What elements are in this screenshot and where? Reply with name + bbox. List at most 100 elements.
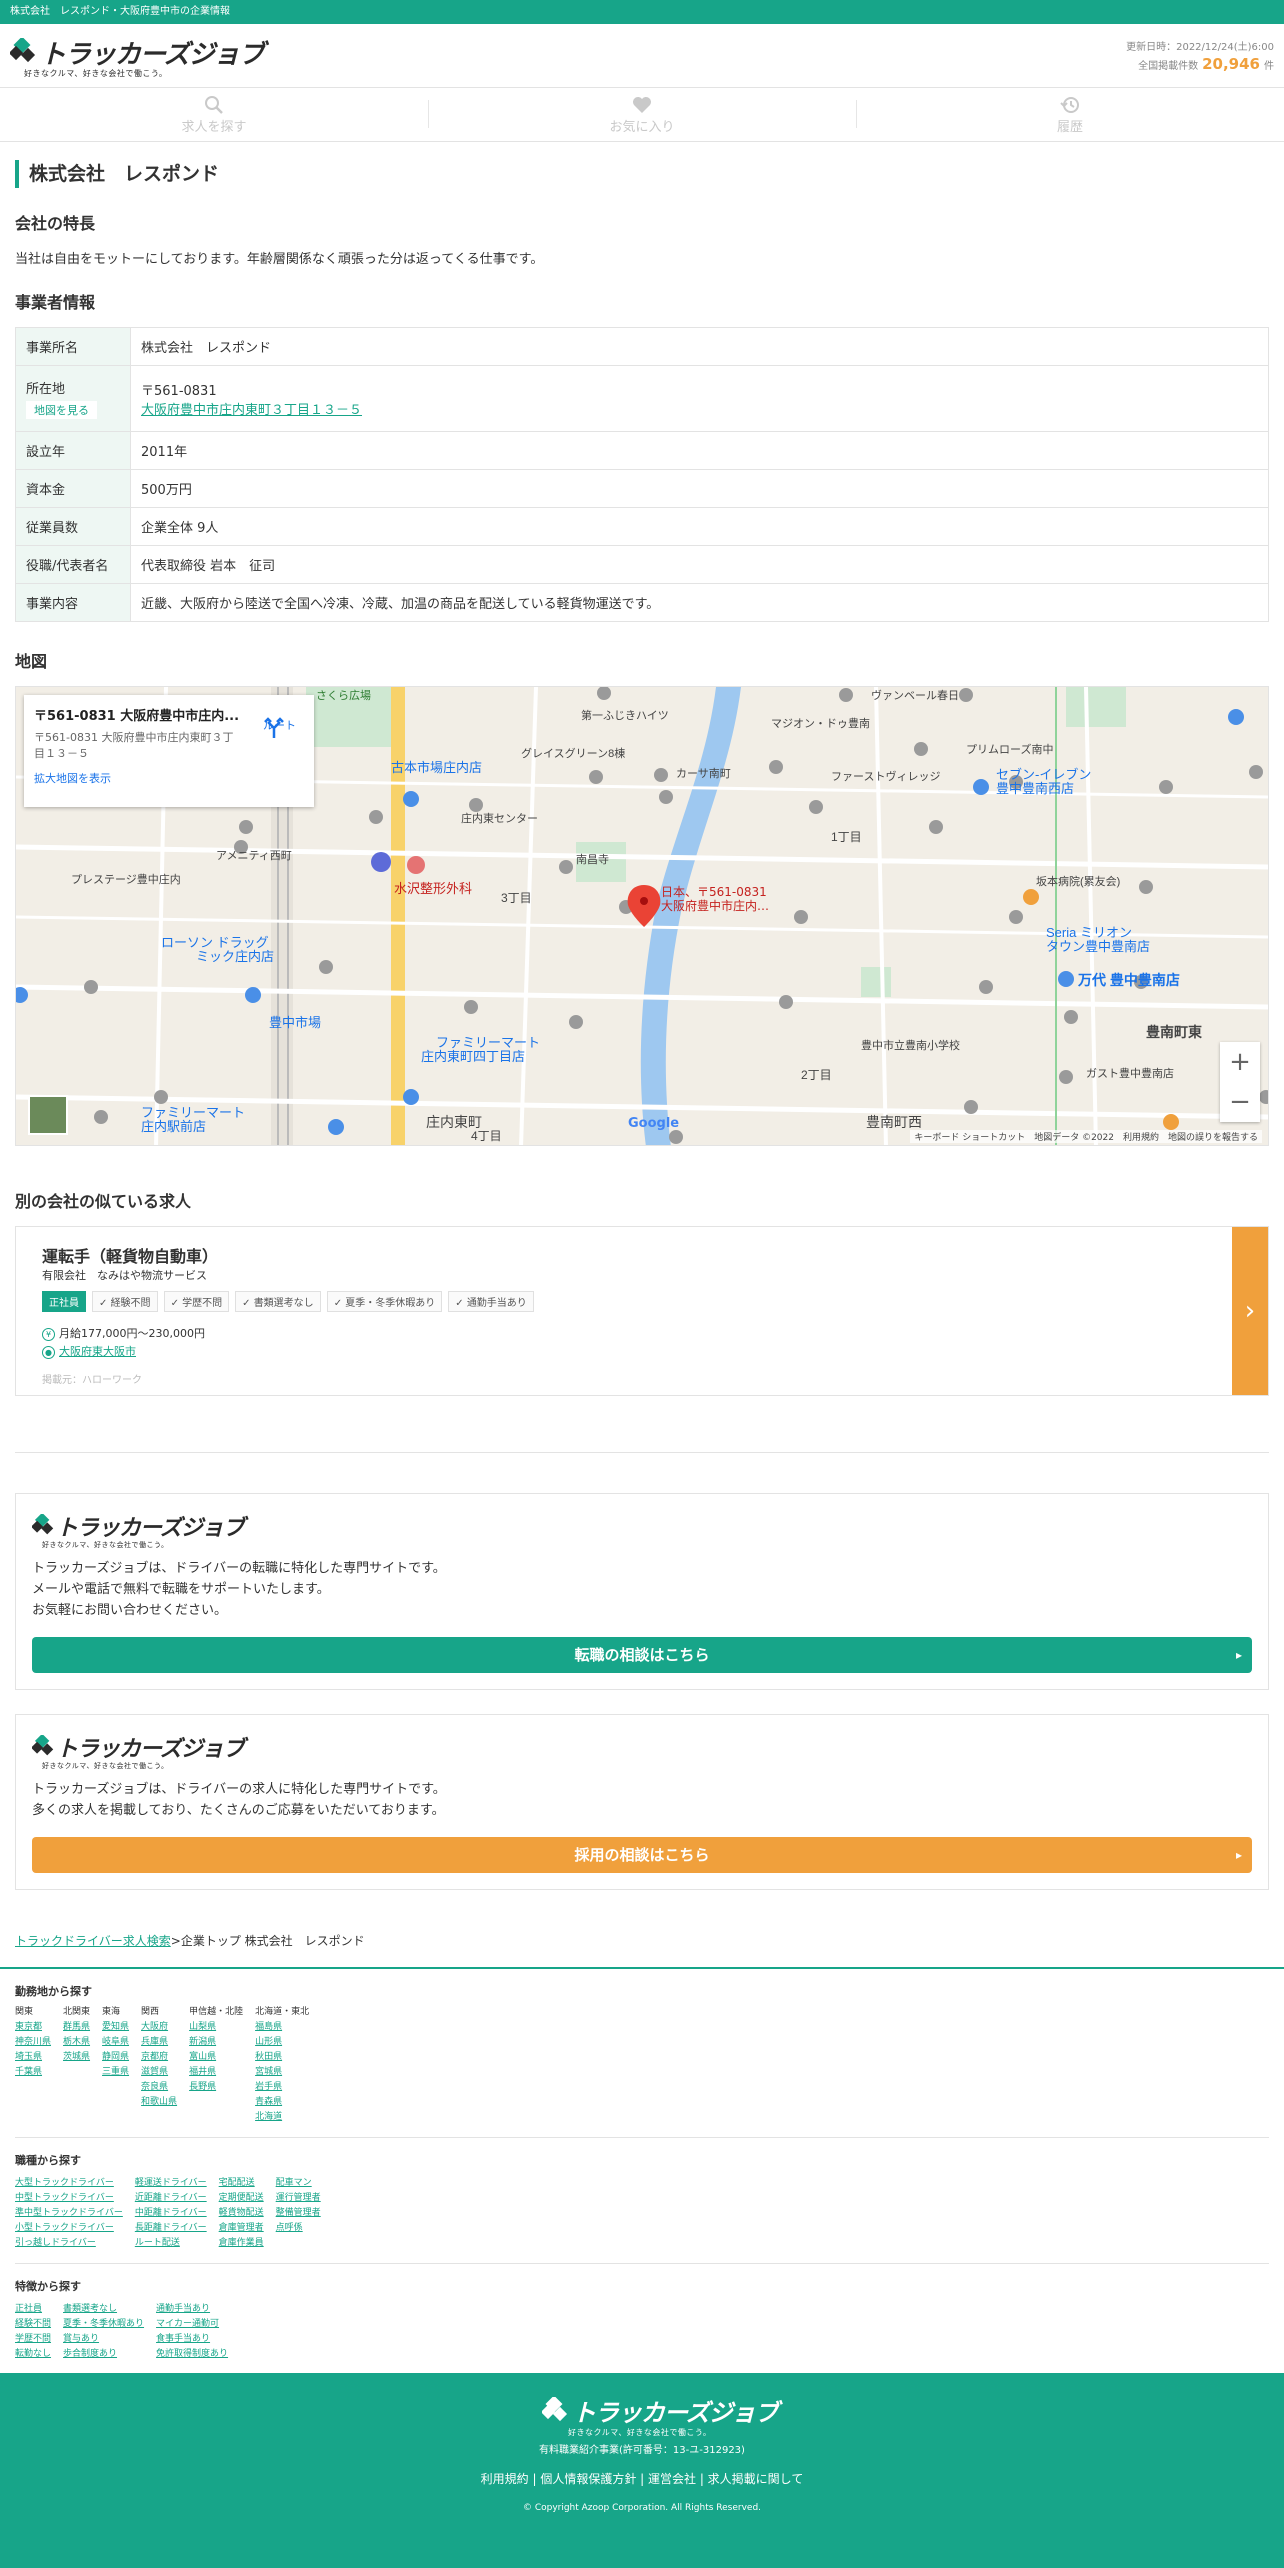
promo-text: トラッカーズジョブは、ドライバーの転職に特化した専門サイトです。 メールや電話で… [32,1558,1252,1621]
jobtype-link[interactable]: 小型トラックドライバー [15,2221,123,2236]
area-link[interactable]: 三重県 [102,2065,129,2080]
jobtype-link[interactable]: 配車マン [276,2176,321,2191]
area-link[interactable]: 大阪府 [141,2020,177,2035]
footer-logo[interactable]: トラッカーズジョブ 好きなクルマ、好きな会社で働こう。 [542,2391,779,2437]
area-link[interactable]: 京都府 [141,2050,177,2065]
breadcrumb-home-link[interactable]: トラックドライバー求人検索 [15,1934,171,1948]
feature-link[interactable]: 書類選考なし [63,2302,144,2317]
feature-link[interactable]: 経験不問 [15,2317,51,2332]
svg-text:1丁目: 1丁目 [831,830,862,844]
area-link[interactable]: 東京都 [15,2020,51,2035]
job-location[interactable]: ● 大阪府東大阪市 [42,1343,136,1359]
zoom-in-button[interactable]: + [1220,1042,1260,1082]
zoom-out-button[interactable]: − [1220,1082,1260,1122]
info-value: 2011年 [130,431,1269,470]
area-link[interactable]: 富山県 [189,2050,243,2065]
breadcrumb-rest: >企業トップ 株式会社 レスポンド [170,1934,365,1948]
jobtype-link[interactable]: 点呼係 [276,2221,321,2236]
job-tag: ✓ 書類選考なし [235,1291,321,1312]
similar-job-card[interactable]: 運転手（軽貨物自動車） 有限会社 なみはや物流サービス 正社員 ✓ 経験不問 ✓… [15,1226,1269,1396]
jobtype-link[interactable]: 近距離ドライバー [135,2191,207,2206]
area-link[interactable]: 北海道 [255,2110,309,2125]
footer-license: 有料職業紹介事業(許可番号：13-ユ-312923) [539,2445,745,2456]
jobtype-link[interactable]: 大型トラックドライバー [15,2176,123,2191]
feature-link[interactable]: 歩合制度あり [63,2347,144,2362]
table-row: 設立年 2011年 [15,431,1269,470]
feature-link[interactable]: マイカー通勤可 [156,2317,228,2332]
footer-logo-text: トラッカーズジョブ [572,2399,779,2427]
jobtype-link[interactable]: 運行管理者 [276,2191,321,2206]
area-link[interactable]: 福井県 [189,2065,243,2080]
area-link[interactable]: 神奈川県 [15,2035,51,2050]
enlarge-map-link[interactable]: 拡大地図を表示 [34,770,304,786]
area-link[interactable]: 秋田県 [255,2050,309,2065]
site-logo[interactable]: トラッカーズジョブ 好きなクルマ、好きな会社で働こう。 [10,32,265,78]
svg-text:ファミリーマート: ファミリーマート [436,1035,540,1050]
table-row: 資本金 500万円 [15,469,1269,508]
area-link[interactable]: 和歌山県 [141,2095,177,2110]
area-link[interactable]: 長野県 [189,2080,243,2095]
career-consult-button[interactable]: 転職の相談はこちら [32,1637,1252,1673]
embedded-map[interactable]: さくら広場 第一ふじきハイツ ヴァンベール春日 マジオン・ドゥ豊南 プリムローズ… [15,686,1269,1146]
feature-link[interactable]: 学歴不問 [15,2332,51,2347]
info-value: 代表取締役 岩本 征司 [130,545,1269,584]
area-link[interactable]: 山形県 [255,2035,309,2050]
jobtype-link[interactable]: 準中型トラックドライバー [15,2206,123,2221]
chevron-right-icon[interactable]: › [1232,1227,1268,1395]
feature-link[interactable]: 通勤手当あり [156,2302,228,2317]
footer-search: 勤務地から探す 関東 東京都 神奈川県 埼玉県 千葉県 北関東 群馬県 栃木県 茨城県 東海 愛知県… [0,1983,1284,2362]
area-link[interactable]: 兵庫県 [141,2035,177,2050]
jobtype-link[interactable]: 整備管理者 [276,2206,321,2221]
feature-link[interactable]: 免許取得制度あり [156,2347,228,2362]
area-region-label: 北関東 [63,2007,91,2017]
area-link[interactable]: 奈良県 [141,2080,177,2095]
feature-link[interactable]: 転勤なし [15,2347,51,2362]
promo-logo-tagline: 好きなクルマ、好きな会社で働こう。 [42,1541,169,1549]
nav-search[interactable]: 求人を探す [0,88,428,141]
area-link[interactable]: 群馬県 [63,2020,90,2035]
area-link[interactable]: 岐阜県 [102,2035,129,2050]
jobtype-link[interactable]: 引っ越しドライバー [15,2236,123,2251]
area-link[interactable]: 岩手県 [255,2080,309,2095]
area-link[interactable]: 静岡県 [102,2050,129,2065]
jobtype-link[interactable]: 定期便配送 [219,2191,264,2206]
jobtype-link[interactable]: 軽運送ドライバー [135,2176,207,2191]
jobtype-link[interactable]: 倉庫管理者 [219,2221,264,2236]
area-link[interactable]: 埼玉県 [15,2050,51,2065]
area-link[interactable]: 茨城県 [63,2050,90,2065]
feature-link[interactable]: 夏季・冬季休暇あり [63,2317,144,2332]
top-bar-text: 株式会社 レスポンド・大阪府豊中市の企業情報 [10,6,230,17]
show-map-button[interactable]: 地図を見る [26,401,97,419]
map-attribution[interactable]: キーボード ショートカット 地図データ ©2022 利用規約 地図の誤りを報告す… [910,1130,1262,1143]
address-link[interactable]: 大阪府豊中市庄内東町３丁目１３－５ [141,403,362,418]
nav-history[interactable]: 履歴 [856,88,1284,141]
feature-link[interactable]: 賞与あり [63,2332,144,2347]
area-link[interactable]: 栃木県 [63,2035,90,2050]
jobtype-link[interactable]: 宅配配送 [219,2176,264,2191]
area-link[interactable]: 山梨県 [189,2020,243,2035]
area-link[interactable]: 愛知県 [102,2020,129,2035]
jobtype-link[interactable]: 軽貨物配送 [219,2206,264,2221]
area-link[interactable]: 福島県 [255,2020,309,2035]
jobtype-link[interactable]: ルート配送 [135,2236,207,2251]
area-link[interactable]: 千葉県 [15,2065,51,2080]
jobtype-link[interactable]: 長距離ドライバー [135,2221,207,2236]
satellite-toggle[interactable] [28,1095,68,1135]
feature-link[interactable]: 正社員 [15,2302,51,2317]
hiring-consult-button[interactable]: 採用の相談はこちら [32,1837,1252,1873]
logo-mark-icon [542,2397,568,2422]
feature-link[interactable]: 食事手当あり [156,2332,228,2347]
area-link[interactable]: 青森県 [255,2095,309,2110]
area-link[interactable]: 宮城県 [255,2065,309,2080]
nav-favorite[interactable]: お気に入り [428,88,856,141]
area-link[interactable]: 滋賀県 [141,2065,177,2080]
footer-links[interactable]: 利用規約 | 個人情報保護方針 | 運営会社 | 求人掲載に関して [0,2470,1284,2487]
area-link[interactable]: 新潟県 [189,2035,243,2050]
total-count: 20,946 [1202,55,1260,73]
job-salary: ¥ 月給177,000円〜230,000円 [42,1325,205,1341]
route-button[interactable]: ルート [263,717,296,738]
jobtype-link[interactable]: 中型トラックドライバー [15,2191,123,2206]
jobtype-link[interactable]: 中距離ドライバー [135,2206,207,2221]
jobtype-link[interactable]: 倉庫作業員 [219,2236,264,2251]
svg-text:庄内駅前店: 庄内駅前店 [141,1119,206,1134]
